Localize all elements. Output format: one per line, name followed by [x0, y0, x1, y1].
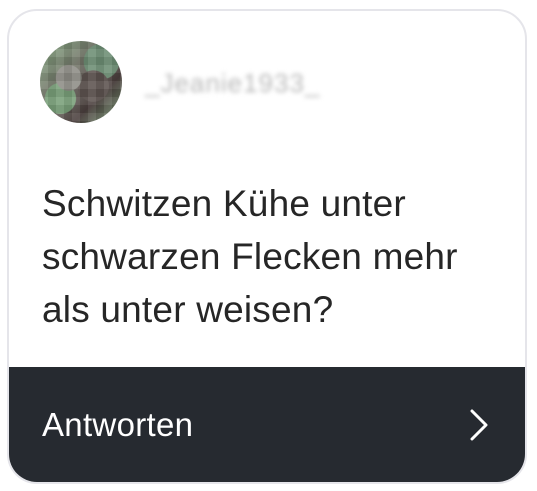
question-text: Schwitzen Kühe unter schwarzen Flecken m… — [42, 183, 458, 330]
answer-button-label: Antworten — [42, 406, 194, 443]
question-card: _Jeanie1933_ Schwitzen Kühe unter schwar… — [7, 9, 527, 484]
avatar-pixel-overlay — [40, 41, 122, 123]
username[interactable]: _Jeanie1933_ — [145, 63, 320, 103]
answer-button[interactable]: Antworten — [9, 367, 525, 482]
chevron-right-icon — [470, 409, 488, 441]
card-header: _Jeanie1933_ — [9, 11, 525, 151]
avatar[interactable] — [40, 41, 122, 123]
